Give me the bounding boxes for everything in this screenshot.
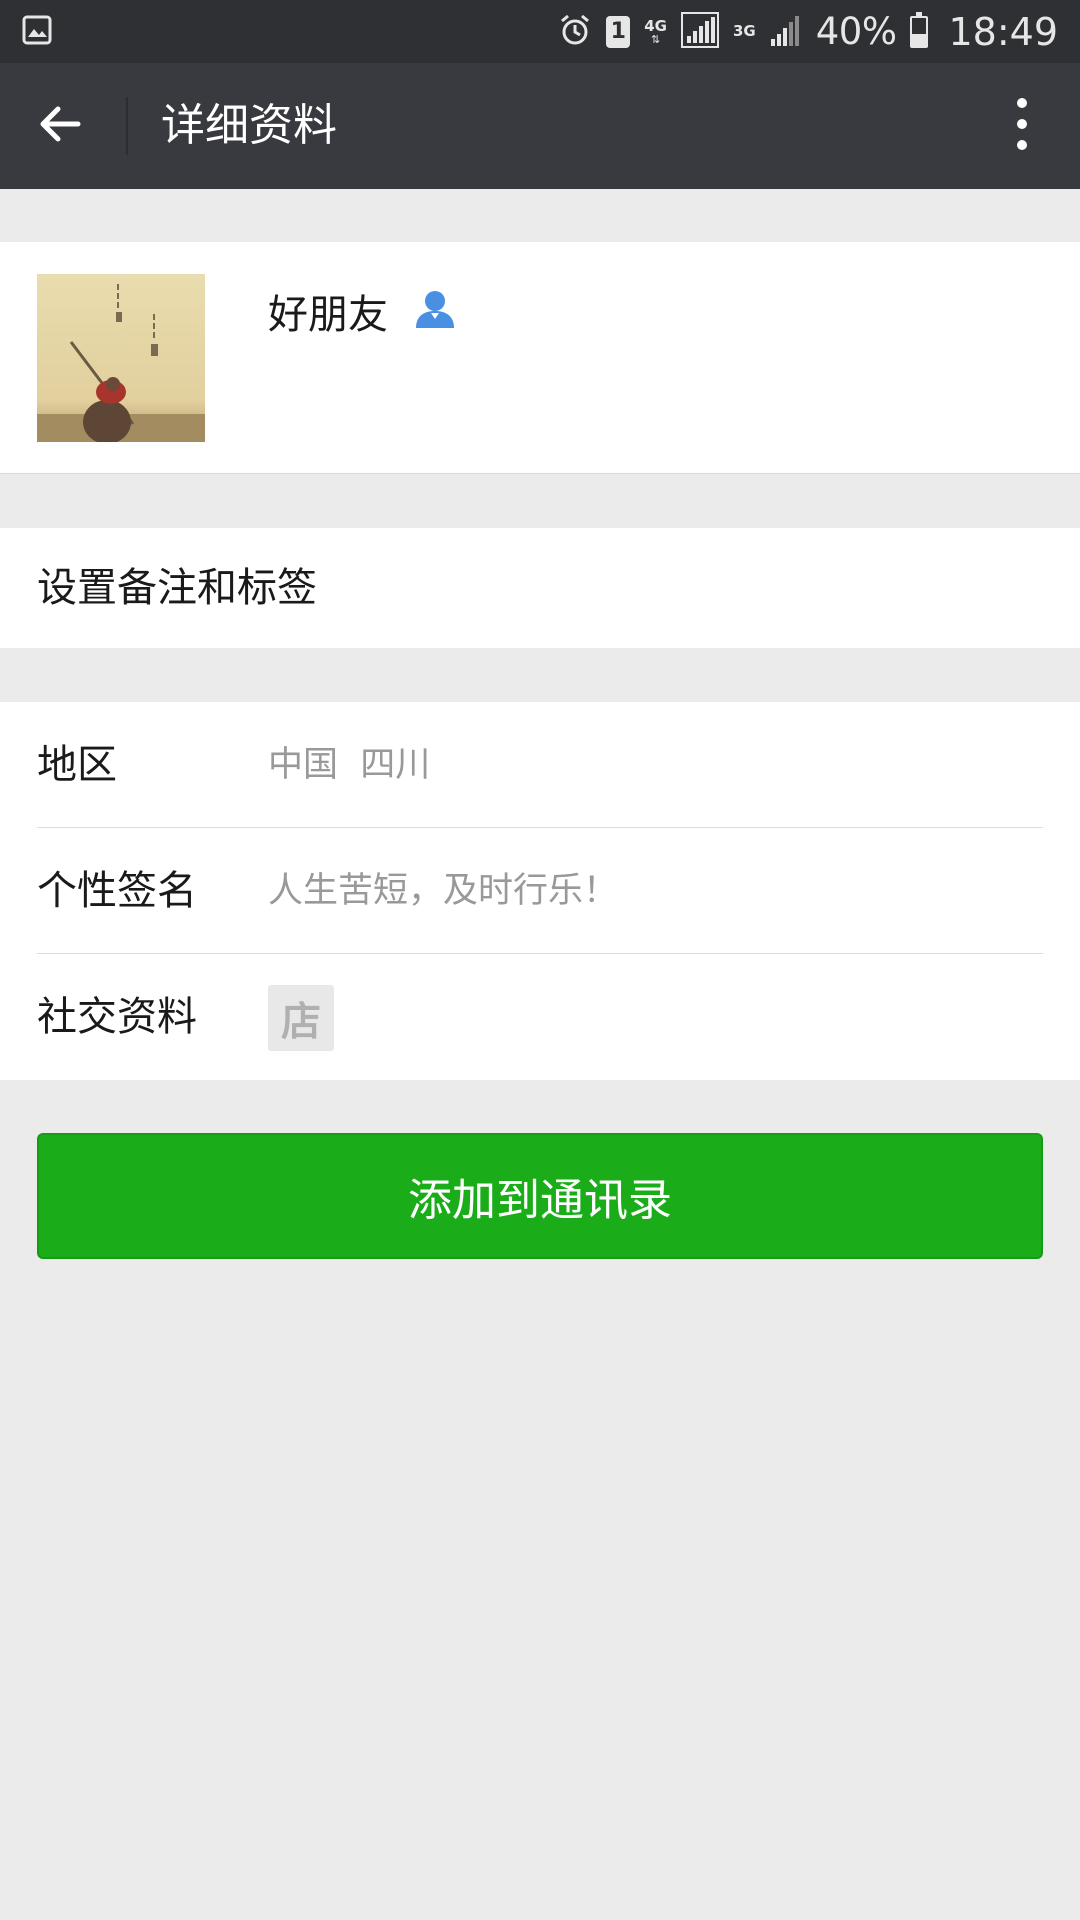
status-bar: 1 4G ⇅ 3G 40% 18:49 <box>0 0 1080 63</box>
app-bar-divider <box>126 97 128 155</box>
page-title: 详细资料 <box>161 100 337 151</box>
gallery-notification-icon <box>22 15 52 45</box>
avatar[interactable] <box>37 274 205 442</box>
set-remark-and-tags-row[interactable]: 设置备注和标签 <box>0 528 1080 648</box>
network-4g-indicator: 4G ⇅ <box>644 16 667 46</box>
arrow-left-icon <box>38 104 82 148</box>
info-card: 地区 中国 四川 个性签名 人生苦短，及时行乐！ 社交资料 店 <box>0 702 1080 1080</box>
signature-row: 个性签名 人生苦短，及时行乐！ <box>37 828 1043 954</box>
back-button[interactable] <box>30 96 90 156</box>
remark-label: 设置备注和标签 <box>37 565 317 611</box>
nickname-row: 好朋友 <box>268 282 456 340</box>
social-profile-row[interactable]: 社交资料 店 <box>37 954 1043 1080</box>
more-options-button[interactable] <box>994 93 1050 159</box>
alarm-icon <box>558 13 592 51</box>
battery-percent: 40% <box>815 10 897 53</box>
clock: 18:49 <box>948 9 1058 54</box>
person-icon <box>414 288 456 334</box>
network-3g-label: 3G <box>732 22 756 40</box>
signature-label: 个性签名 <box>37 868 197 914</box>
status-icons: 1 4G ⇅ 3G 40% 18:49 <box>558 0 1058 63</box>
shop-icon[interactable]: 店 <box>268 985 334 1051</box>
data-arrows-icon: ⇅ <box>651 32 661 46</box>
signal-strength-icon <box>680 11 719 52</box>
add-to-contacts-button[interactable]: 添加到通讯录 <box>37 1133 1043 1259</box>
battery-icon <box>910 11 929 48</box>
battery-level-fill <box>912 34 927 46</box>
region-row: 地区 中国 四川 <box>37 702 1043 828</box>
nickname: 好朋友 <box>268 292 388 338</box>
social-profile-label: 社交资料 <box>37 994 197 1040</box>
profile-card: 好朋友 <box>0 242 1080 474</box>
signal-strength-2-icon <box>770 13 802 51</box>
region-label: 地区 <box>37 742 117 788</box>
signature-value: 人生苦短，及时行乐！ <box>268 871 619 911</box>
more-vertical-icon <box>1016 97 1028 155</box>
sim-slot-icon: 1 <box>606 15 631 48</box>
app-bar: 详细资料 <box>0 63 1080 189</box>
region-value: 中国 四川 <box>268 745 431 785</box>
